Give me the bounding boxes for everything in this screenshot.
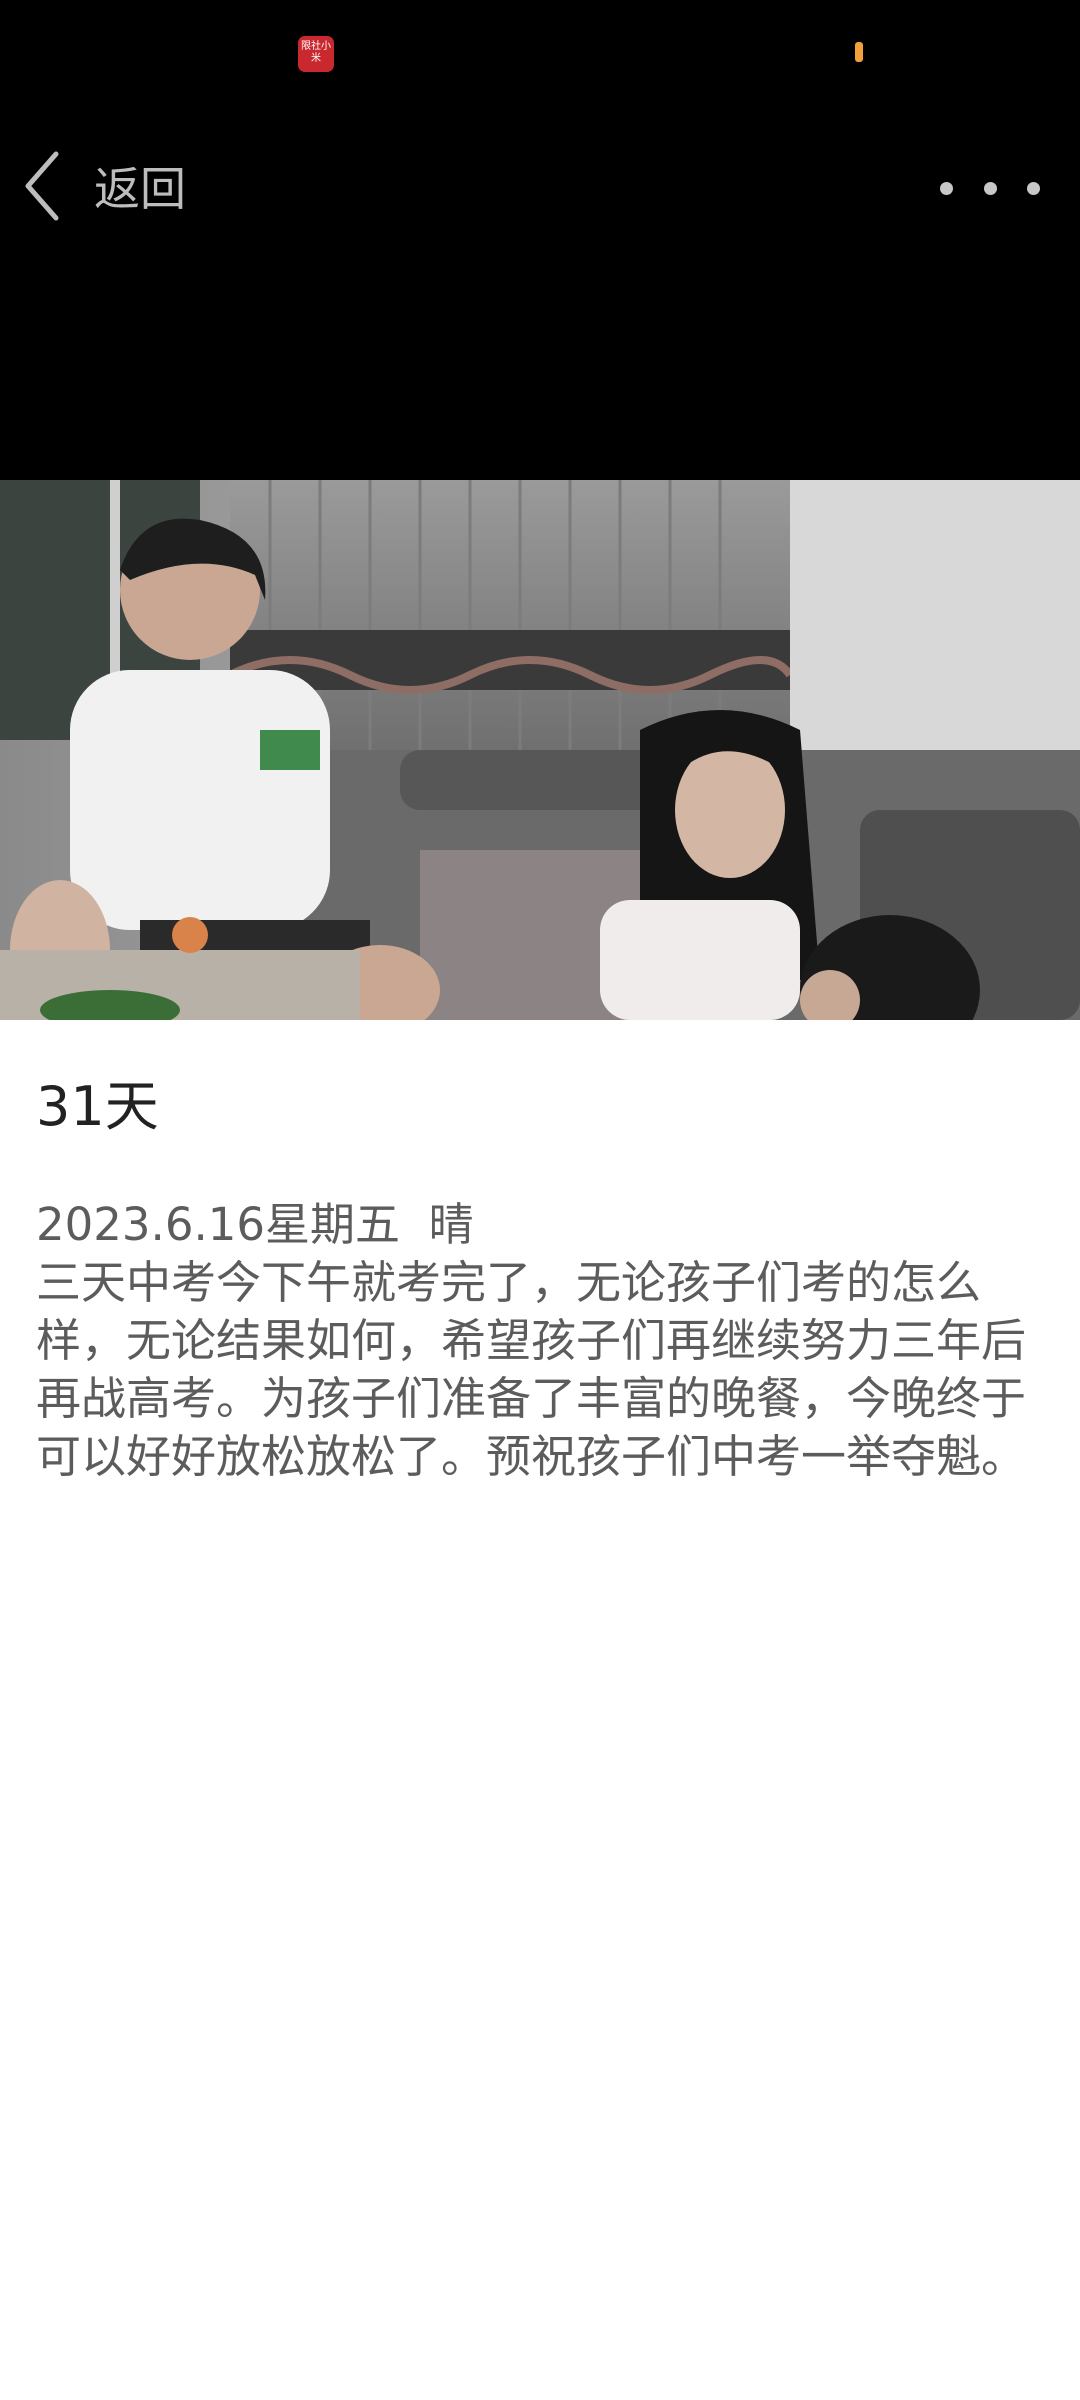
more-dot-icon (983, 181, 997, 195)
back-label: 返回 (94, 162, 186, 216)
chevron-left-icon (25, 151, 59, 221)
more-dot-icon (1027, 181, 1040, 195)
navigation-bar: 返回 (0, 130, 1080, 240)
entry-date: 2023.6.16星期五 晴 (36, 1198, 474, 1251)
entry-title: 31天 (36, 1075, 159, 1138)
back-button[interactable]: 返回 (20, 148, 186, 224)
status-bar: 限社小米 (0, 0, 1080, 100)
entry-body: 三天中考今下午就考完了，无论孩子们考的怎么样，无论结果如何，希望孩子们再继续努力… (36, 1256, 1027, 1483)
battery-indicator-icon (855, 42, 863, 62)
more-options-button[interactable] (940, 166, 1040, 210)
more-dot-icon (940, 181, 953, 195)
app-notification-icon: 限社小米 (298, 36, 334, 72)
entry-photo[interactable] (0, 480, 1080, 1020)
